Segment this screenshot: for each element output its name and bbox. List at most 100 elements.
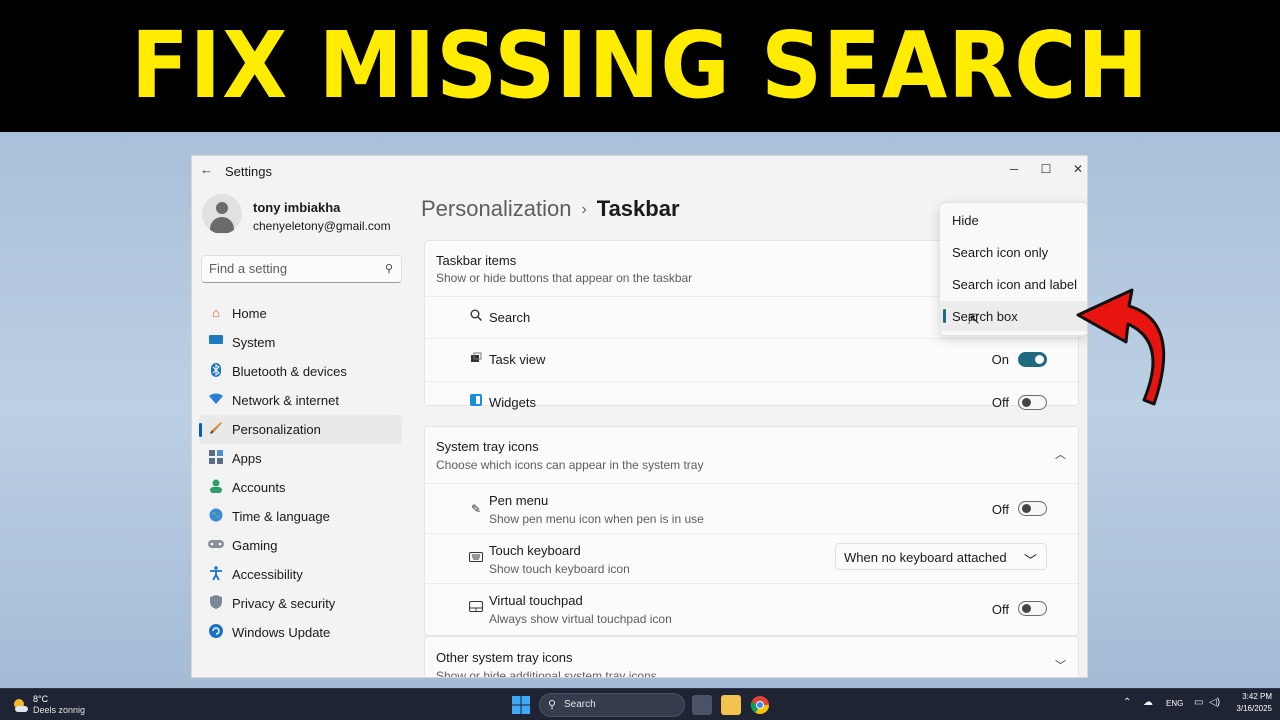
task-view-icon[interactable] [692, 695, 712, 715]
sidebar-item-network[interactable]: Network & internet [199, 386, 402, 415]
sidebar-item-label: Windows Update [232, 625, 331, 640]
apps-icon [208, 450, 224, 466]
bluetooth-icon [208, 363, 224, 379]
sidebar-item-gaming[interactable]: Gaming [199, 531, 402, 560]
sidebar-item-label: Gaming [232, 538, 278, 553]
sidebar-item-accessibility[interactable]: Accessibility [199, 560, 402, 589]
section-title: Other system tray icons [436, 650, 573, 665]
taskbar-search-label: Search [564, 699, 596, 710]
task-view-toggle[interactable] [1018, 352, 1047, 367]
sidebar-item-label: Accessibility [232, 567, 303, 582]
chevron-down-icon: ﹀ [1023, 553, 1037, 568]
setting-description: Show touch keyboard icon [489, 562, 630, 576]
sidebar-item-label: System [232, 335, 276, 350]
touchpad-icon [468, 600, 484, 616]
setting-label: Virtual touchpad [489, 593, 583, 608]
clock-date[interactable]: 3/16/2025 [1225, 704, 1272, 713]
virtual-touchpad-toggle[interactable] [1018, 601, 1047, 616]
section-title: System tray icons [436, 439, 539, 454]
sidebar-item-bluetooth[interactable]: Bluetooth & devices [199, 357, 402, 386]
setting-label: Widgets [489, 395, 536, 410]
shield-icon [208, 595, 224, 611]
sidebar-item-accounts[interactable]: Accounts [199, 473, 402, 502]
sidebar-item-personalization[interactable]: Personalization [199, 415, 402, 444]
setting-label: Touch keyboard [489, 543, 581, 558]
touch-keyboard-dropdown[interactable]: When no keyboard attached ﹀ [835, 543, 1047, 570]
chevron-up-icon[interactable]: ⌃ [1123, 697, 1131, 708]
find-setting-search[interactable]: ⚲ [201, 255, 402, 283]
mouse-cursor-icon: ⇱ [968, 311, 980, 327]
widgets-icon [468, 394, 484, 410]
breadcrumb: Personalization › Taskbar [421, 196, 680, 222]
toggle-state-label: On [991, 352, 1009, 367]
setting-label: Search [489, 310, 531, 325]
sidebar-item-privacy[interactable]: Privacy & security [199, 589, 402, 618]
accessibility-icon [208, 566, 224, 582]
windows-start-icon[interactable] [512, 696, 530, 714]
close-icon[interactable]: ✕ [1062, 158, 1087, 180]
pen-menu-toggle[interactable] [1018, 501, 1047, 516]
sidebar-item-label: Network & internet [232, 393, 339, 408]
system-tray-card: System tray icons Choose which icons can… [424, 426, 1079, 636]
avatar[interactable] [202, 194, 242, 234]
sidebar-item-label: Accounts [232, 480, 286, 495]
back-arrow-icon[interactable]: ← [200, 162, 213, 177]
menu-item-hide[interactable]: Hide [940, 205, 1087, 235]
dropdown-value: When no keyboard attached [844, 550, 1007, 565]
setting-label: Task view [489, 352, 546, 367]
menu-item-label: Search box [952, 309, 1018, 324]
speaker-icon[interactable]: ◁) [1209, 697, 1220, 708]
minimize-icon[interactable]: ─ [998, 158, 1030, 180]
menu-item-label: Hide [952, 213, 979, 228]
keyboard-icon [468, 550, 484, 566]
section-subtitle: Show or hide buttons that appear on the … [436, 271, 693, 285]
display-icon [208, 334, 224, 350]
sidebar-item-apps[interactable]: Apps [199, 444, 402, 473]
banner-headline: FIX MISSING SEARCH [130, 12, 1150, 119]
menu-item-search-box[interactable]: Search box [940, 301, 1087, 331]
task-view-icon [468, 352, 484, 368]
widgets-toggle[interactable] [1018, 395, 1047, 410]
section-title: Taskbar items [436, 253, 517, 268]
title-banner: FIX MISSING SEARCH [0, 0, 1280, 132]
sidebar-item-system[interactable]: System [199, 328, 402, 357]
sidebar-item-windows-update[interactable]: Windows Update [199, 618, 402, 647]
sidebar-item-home[interactable]: ⌂ Home [199, 299, 402, 328]
other-system-tray-card[interactable]: Other system tray icons Show or hide add… [424, 636, 1079, 677]
chrome-icon[interactable] [750, 695, 770, 715]
wifi-icon [208, 392, 224, 408]
file-explorer-icon[interactable] [721, 695, 741, 715]
gamepad-icon [208, 537, 224, 553]
maximize-icon[interactable]: ☐ [1030, 158, 1062, 180]
user-name: tony imbiakha [253, 200, 341, 215]
search-icon: ⚲ [548, 699, 557, 711]
red-arrow-icon [1076, 288, 1166, 406]
breadcrumb-parent[interactable]: Personalization [421, 196, 571, 221]
partly-sunny-icon [14, 699, 28, 712]
windows-taskbar: 8°C Deels zonnig ⚲ Search ⌃ ☁ ENG ▭ ◁) 3… [0, 688, 1280, 720]
display-icon[interactable]: ▭ [1194, 697, 1203, 708]
person-icon [208, 479, 224, 495]
update-icon [208, 624, 224, 640]
sidebar-item-label: Personalization [232, 422, 321, 437]
sidebar-item-label: Home [232, 306, 267, 321]
onedrive-icon[interactable]: ☁ [1143, 697, 1153, 708]
language-indicator[interactable]: ENG [1166, 699, 1183, 708]
weather-temperature: 8°C [33, 694, 49, 704]
menu-item-search-icon-only[interactable]: Search icon only [940, 237, 1087, 267]
sidebar-item-label: Time & language [232, 509, 330, 524]
user-email: chenyeletony@gmail.com [253, 219, 391, 233]
search-icon[interactable]: ⚲ [385, 262, 393, 275]
menu-item-search-icon-and-label[interactable]: Search icon and label [940, 269, 1087, 299]
sidebar-nav: ⌂ Home System Bluetooth & devices Networ… [199, 299, 402, 647]
taskbar-search-box[interactable]: ⚲ Search [539, 693, 685, 717]
sidebar-item-time-language[interactable]: Time & language [199, 502, 402, 531]
toggle-state-label: Off [991, 395, 1009, 410]
sidebar-item-label: Privacy & security [232, 596, 336, 611]
clock-time[interactable]: 3:42 PM [1234, 692, 1272, 701]
chevron-down-icon[interactable]: ﹀ [1055, 657, 1066, 673]
search-input[interactable] [209, 261, 379, 276]
settings-window: ← Settings ─ ☐ ✕ tony imbiakha chenyelet… [191, 155, 1088, 678]
chevron-up-icon[interactable]: ︿ [1055, 446, 1066, 462]
setting-label: Pen menu [489, 493, 549, 508]
